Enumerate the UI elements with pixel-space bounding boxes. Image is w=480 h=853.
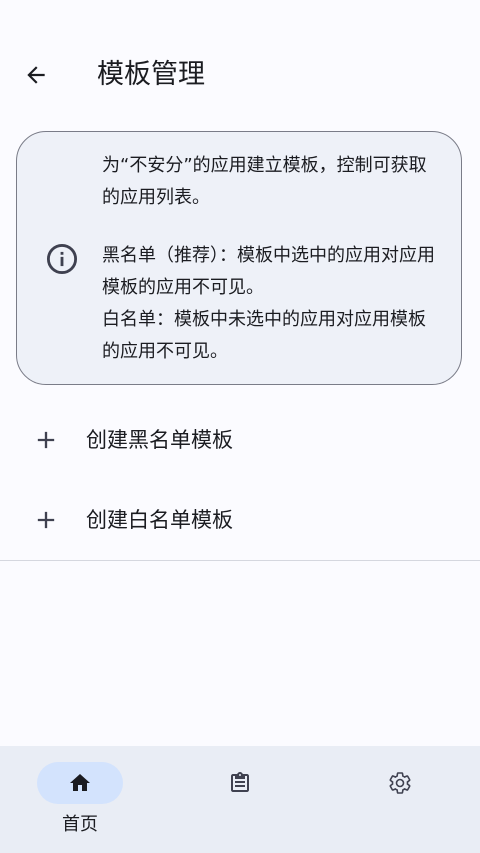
info-intro-text: 为“不安分”的应用建立模板，控制可获取的应用列表。 [102,155,427,208]
info-icon [46,243,78,275]
divider [0,560,480,561]
create-blacklist-template-button[interactable]: 创建黑名单模板 [0,400,480,480]
plus-icon [37,511,55,529]
home-icon [70,774,90,791]
nav-item-home[interactable]: 首页 [0,746,160,853]
info-card: 为“不安分”的应用建立模板，控制可获取的应用列表。 黑名单（推荐）：模板中选中的… [16,131,462,385]
nav-item-clipboard[interactable] [160,746,320,853]
create-whitelist-template-button[interactable]: 创建白名单模板 [0,480,480,560]
nav-item-settings[interactable] [320,746,480,853]
info-text: 为“不安分”的应用建立模板，控制可获取的应用列表。 黑名单（推荐）：模板中选中的… [102,150,442,368]
nav-label-home: 首页 [62,814,98,835]
plus-icon [37,431,55,449]
clipboard-icon [231,772,249,792]
create-blacklist-label: 创建黑名单模板 [86,428,233,452]
gear-icon [389,772,411,794]
arrow-left-icon [27,66,45,84]
top-app-bar: 模板管理 [0,40,480,110]
back-button[interactable] [14,53,58,97]
blacklist-description: 黑名单（推荐）：模板中选中的应用对应用模板的应用不可见。 [102,245,435,298]
whitelist-description: 白名单：模板中未选中的应用对应用模板的应用不可见。 [102,309,426,362]
create-whitelist-label: 创建白名单模板 [86,508,233,532]
page-title: 模板管理 [97,59,205,90]
app-screen: 模板管理 为“不安分”的应用建立模板，控制可获取的应用列表。 黑名单（推荐）：模… [0,0,480,853]
bottom-navigation: 首页 [0,746,480,853]
